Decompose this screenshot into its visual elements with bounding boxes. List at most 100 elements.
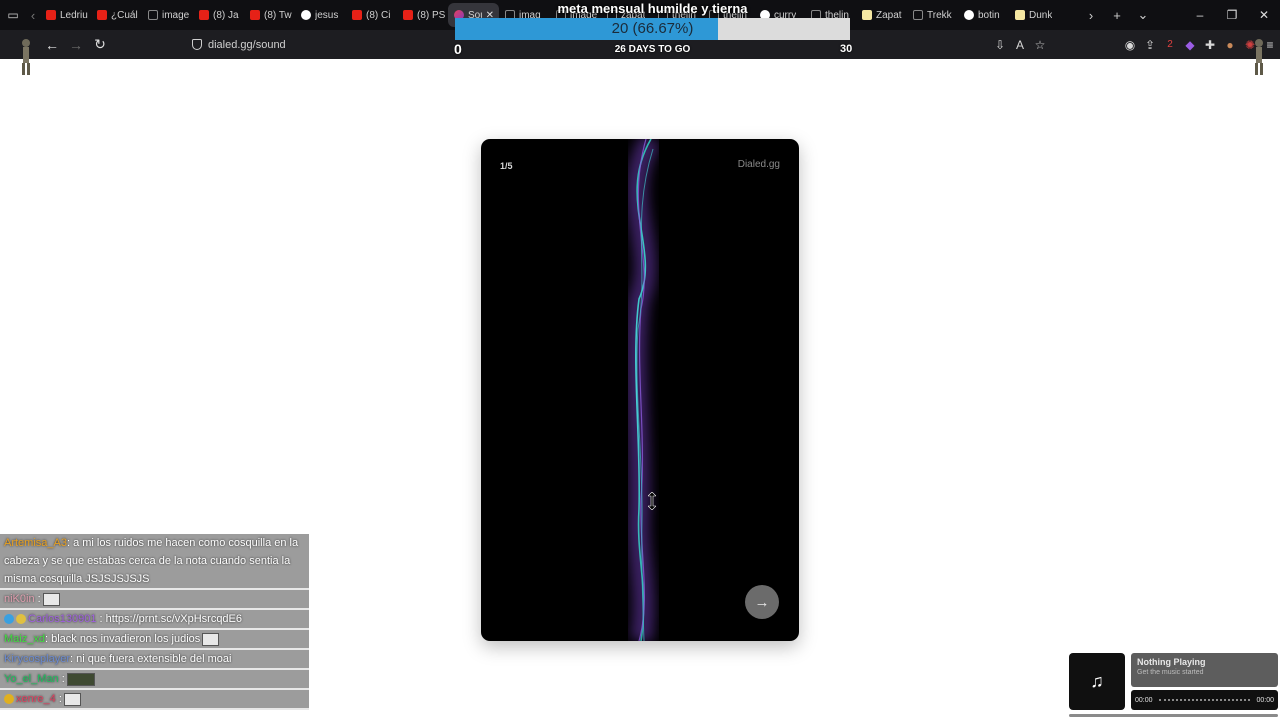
goal-max: 30 [840, 43, 853, 55]
chat-overlay: Artemisa_A3: a mi los ruidos me hacen co… [0, 534, 309, 720]
tab-1[interactable]: ¿Cuál [91, 3, 142, 27]
install-app-icon[interactable]: ⇩ [990, 38, 1010, 52]
bookmark-star-icon[interactable]: ☆ [1030, 38, 1050, 52]
tab-title: Zapat [876, 9, 902, 21]
extensions-puzzle-icon[interactable]: ✚ [1200, 38, 1220, 52]
now-playing-title: Nothing Playing [1137, 657, 1206, 667]
youtube-icon [250, 10, 260, 20]
tab-4[interactable]: (8) Tw [244, 3, 295, 27]
new-tab-icon[interactable]: + [1104, 8, 1130, 23]
image-icon [913, 10, 923, 20]
tab-17[interactable]: Trekk [907, 3, 958, 27]
share-icon[interactable]: ⇪ [1140, 38, 1160, 52]
tab-0[interactable]: Ledriu [40, 3, 91, 27]
google-icon [301, 10, 311, 20]
tabstrip-controls: › + ⌄ – ❐ ✕ [1078, 0, 1280, 30]
tab-3[interactable]: (8) Ja [193, 3, 244, 27]
toolbar-actions: ⇩ A ☆ ◉ ⇪ 2 ◆ ✚ ● ✺ ≡ [990, 38, 1280, 52]
youtube-icon [199, 10, 209, 20]
goal-progress-text: 20 (66.67%) [611, 20, 694, 37]
goal-title: meta mensual humilde y tierna [557, 1, 748, 16]
google-icon [964, 10, 974, 20]
url-text: dialed.gg/sound [208, 38, 286, 51]
restore-icon[interactable]: ❐ [1216, 8, 1248, 22]
progress-track [1158, 699, 1251, 701]
chat-message: Yo_el_Man : [0, 670, 309, 690]
resize-cursor-icon [648, 492, 656, 510]
back-icon[interactable]: ← [40, 37, 64, 53]
sound-card: 1/5 Dialed.gg → [481, 139, 799, 641]
tab-title: (8) Ja [213, 9, 239, 21]
chat-text: : [58, 673, 65, 685]
chat-text: : ni que fuera extensible del moai [70, 653, 232, 665]
tab-5[interactable]: jesus [295, 3, 346, 27]
window-controls: – ❐ ✕ [1184, 8, 1280, 22]
figurine-right-image [1255, 39, 1263, 75]
chat-username: Yo_el_Man [4, 673, 59, 685]
chat-message: Maiz_xd: black nos invadieron los judios [0, 630, 309, 650]
chat-emote-icon [202, 632, 220, 646]
note-icon [1015, 10, 1025, 20]
extension-purple-icon[interactable]: ◆ [1180, 38, 1200, 52]
tab-19[interactable]: Dunk [1009, 3, 1060, 27]
tab-title: botin [978, 9, 1000, 21]
brand-label: Dialed.gg [737, 159, 780, 170]
chat-emote-icon [66, 672, 95, 686]
close-window-icon[interactable]: ✕ [1248, 8, 1280, 22]
tab-search-icon[interactable]: ⌄ [1130, 7, 1156, 23]
profile-icon[interactable]: ◉ [1120, 38, 1140, 52]
tab-title: Ledriu [60, 9, 88, 21]
sound-wave-visual [624, 139, 661, 641]
youtube-icon [403, 10, 413, 20]
youtube-icon [46, 10, 56, 20]
tab-6[interactable]: (8) Ci [346, 3, 397, 27]
now-playing-subtitle: Get the music started [1137, 669, 1204, 676]
chat-badge-icon [16, 614, 26, 625]
chat-emote-icon [63, 692, 81, 706]
note-icon [862, 10, 872, 20]
chat-text: : [55, 693, 62, 705]
youtube-icon [352, 10, 362, 20]
chat-message: Artemisa_A3: a mi los ruidos me hacen co… [0, 534, 309, 590]
now-playing-progress: 00:00 00:00 [1131, 690, 1278, 710]
minimize-icon[interactable]: – [1184, 8, 1216, 22]
tab-title: Trekk [927, 9, 952, 21]
tab-title: (8) Ci [366, 9, 391, 21]
extension-badge-icon[interactable]: 2 [1160, 39, 1180, 50]
chat-username: niK0in [4, 593, 35, 605]
time-end: 00:00 [1256, 696, 1274, 704]
chat-message: niK0in : [0, 590, 309, 610]
tab-title: image [162, 9, 190, 21]
chat-message: xenre_4 : [0, 690, 309, 710]
chat-username: Kirycosplayer [4, 653, 71, 665]
chat-message: Kirycosplayer: ni que fuera extensible d… [0, 650, 309, 670]
translate-icon[interactable]: A [1010, 38, 1030, 52]
reload-icon[interactable]: ↻ [88, 36, 112, 53]
scroll-tabs-right-icon[interactable]: › [1078, 8, 1104, 23]
tab-title: (8) Tw [264, 9, 292, 21]
tab-2[interactable]: image [142, 3, 193, 27]
goal-days-left: 26 DAYS TO GO [614, 44, 691, 55]
tab-list-icon[interactable]: ▭ [0, 0, 26, 30]
now-playing-info: Nothing Playing Get the music started [1131, 653, 1278, 687]
site-info-icon[interactable] [192, 39, 202, 50]
chat-message: Carlos130901 : https://prnt.sc/vXpHsrcqd… [0, 610, 309, 630]
extension-cookie-icon[interactable]: ● [1220, 38, 1240, 52]
chat-badge-icon [4, 614, 14, 625]
tab-title: jesus [315, 9, 339, 21]
next-button[interactable]: → [745, 585, 779, 619]
forward-icon[interactable]: → [64, 37, 88, 53]
time-start: 00:00 [1135, 696, 1153, 704]
arrow-right-icon: → [754, 593, 770, 611]
music-note-icon: ♫ [1069, 653, 1125, 710]
tab-16[interactable]: Zapat [856, 3, 907, 27]
goal-progress-bar: 20 (66.67%) [455, 18, 850, 40]
address-bar[interactable]: dialed.gg/sound [192, 39, 286, 51]
scroll-tabs-left-icon[interactable]: ‹ [26, 8, 40, 23]
chat-username: xenre_4 [16, 693, 56, 705]
tab-title: Dunk [1029, 9, 1053, 21]
tab-18[interactable]: botin [958, 3, 1009, 27]
tab-title: (8) PS [417, 9, 446, 21]
chat-text: : black nos invadieron los judios [44, 633, 201, 645]
tab-7[interactable]: (8) PS [397, 3, 448, 27]
